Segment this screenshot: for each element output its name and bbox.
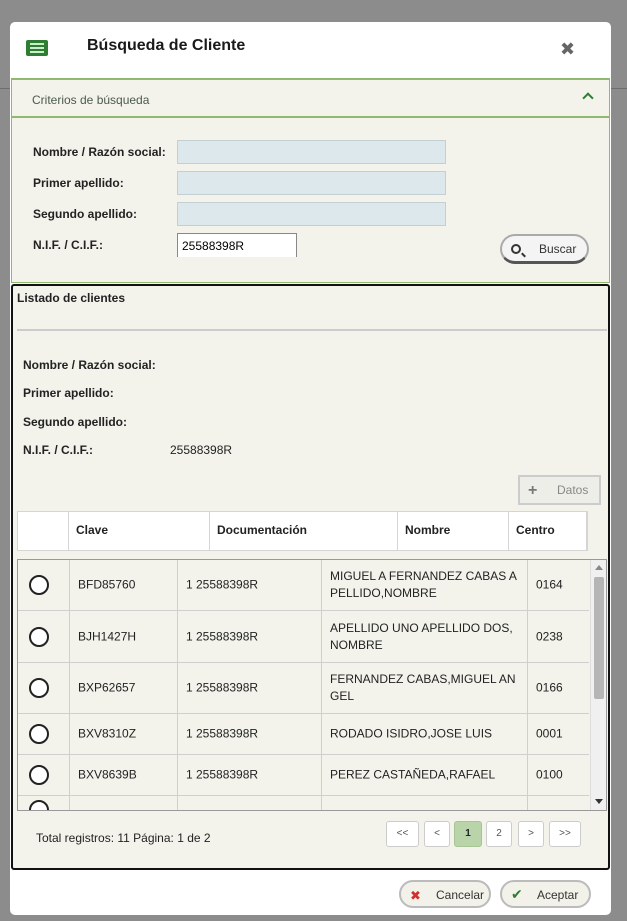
row-nombre: PEREZ CASTAÑEDA,RAFAEL (330, 767, 496, 782)
nif-label: N.I.F. / C.I.F.: (33, 238, 104, 252)
table-header: Clave Documentación Nombre Centro (17, 511, 588, 551)
row-clave: BXV8639B (78, 767, 137, 782)
row-nombre: MIGUEL A FERNANDEZ CABAS A PELLIDO,NOMBR… (330, 569, 517, 600)
row-clave: BJH1427H (78, 629, 137, 643)
row-radio[interactable] (29, 626, 49, 647)
name-label: Nombre / Razón social: (33, 145, 166, 159)
row-nombre: FERNANDEZ CABAS,MIGUEL AN GEL (330, 672, 516, 703)
pagination-summary: Total registros: 11 Página: 1 de 2 (36, 831, 211, 845)
row-centro: 0100 (536, 767, 563, 782)
row-nombre: RODADO ISIDRO,JOSE LUIS (330, 726, 493, 741)
plus-icon: + (528, 482, 538, 499)
divider (17, 329, 607, 331)
summary-second-surname-label: Segundo apellido: (23, 415, 127, 429)
summary-name-label: Nombre / Razón social: (23, 358, 156, 372)
accept-button[interactable]: ✔ Aceptar (500, 880, 591, 908)
row-centro: 0001 (536, 726, 563, 741)
second-surname-label: Segundo apellido: (33, 207, 137, 221)
client-list-title: Listado de clientes (17, 291, 126, 305)
table-row[interactable]: BJH1427H 1 25588398R APELLIDO UNO APELLI… (18, 611, 589, 663)
client-search-dialog: Búsqueda de Cliente ✖ Criterios de búsqu… (10, 22, 611, 915)
scroll-down-icon[interactable] (595, 799, 603, 804)
column-header-nombre[interactable]: Nombre (398, 512, 509, 550)
row-clave: BFD85760 (78, 577, 136, 592)
close-icon: ✖ (410, 888, 421, 903)
row-clave: BXP62657 (78, 680, 136, 695)
row-radio[interactable] (29, 575, 49, 595)
row-centro: 0164 (536, 577, 563, 592)
next-page-button[interactable]: > (518, 821, 544, 847)
row-radio[interactable] (29, 800, 49, 810)
column-header-clave[interactable]: Clave (69, 512, 210, 550)
close-icon[interactable]: ✖ (560, 39, 575, 60)
datos-button[interactable]: + Datos (518, 475, 601, 505)
previous-page-button[interactable]: < (424, 821, 450, 847)
row-documentacion: 1 25588398R (186, 726, 259, 741)
dialog-title: Búsqueda de Cliente (87, 37, 246, 54)
row-radio[interactable] (29, 678, 49, 698)
scroll-thumb[interactable] (594, 577, 604, 699)
row-radio[interactable] (29, 724, 49, 744)
row-documentacion: 1 25588398R (186, 767, 259, 782)
client-list-panel: Listado de clientes Nombre / Razón socia… (11, 284, 610, 870)
last-page-button[interactable]: >> (549, 821, 581, 847)
dialog-header: Búsqueda de Cliente ✖ (10, 22, 611, 78)
second-surname-input[interactable] (177, 202, 446, 226)
check-icon: ✔ (511, 886, 523, 902)
first-page-button[interactable]: << (386, 821, 419, 847)
summary-nif-label: N.I.F. / C.I.F.: (23, 443, 94, 457)
page-1-button[interactable]: 1 (454, 821, 482, 847)
column-header-documentacion[interactable]: Documentación (210, 512, 398, 550)
table-row[interactable]: BFD85760 1 25588398R MIGUEL A FERNANDEZ … (18, 560, 589, 611)
accept-button-label: Aceptar (537, 888, 579, 902)
search-button-label: Buscar (539, 242, 577, 256)
scroll-up-icon[interactable] (595, 565, 603, 570)
row-clave: BXV8310Z (78, 726, 137, 741)
name-input[interactable] (177, 140, 446, 164)
table-row[interactable]: BXP62657 1 25588398R FERNANDEZ CABAS,MIG… (18, 663, 589, 714)
criteria-title: Criterios de búsqueda (32, 93, 150, 107)
datos-button-label: Datos (557, 483, 589, 497)
column-header-centro[interactable]: Centro (509, 512, 587, 550)
first-surname-label: Primer apellido: (33, 176, 124, 190)
search-criteria-panel: Criterios de búsqueda Nombre / Razón soc… (11, 78, 610, 283)
search-button[interactable]: Buscar (500, 234, 589, 264)
table-row[interactable]: BXV8639B 1 25588398R PEREZ CASTAÑEDA,RAF… (18, 755, 589, 796)
table-row[interactable] (18, 796, 589, 810)
row-documentacion: 1 25588398R (186, 577, 259, 592)
summary-nif-value: 25588398R (170, 443, 233, 457)
cancel-button-label: Cancelar (436, 888, 485, 902)
row-documentacion: 1 25588398R (186, 629, 259, 643)
table-row[interactable]: BXV8310Z 1 25588398R RODADO ISIDRO,JOSE … (18, 714, 589, 755)
first-surname-input[interactable] (177, 171, 446, 195)
row-documentacion: 1 25588398R (186, 680, 259, 695)
table-body: BFD85760 1 25588398R MIGUEL A FERNANDEZ … (17, 559, 607, 811)
chevron-up-icon[interactable] (582, 92, 594, 104)
search-icon (511, 244, 521, 254)
cancel-button[interactable]: ✖ Cancelar (399, 880, 491, 908)
row-centro: 0166 (536, 680, 563, 695)
row-nombre: APELLIDO UNO APELLIDO DOS, NOMBRE (330, 620, 513, 652)
criteria-header[interactable]: Criterios de búsqueda (12, 80, 609, 118)
summary-first-surname-label: Primer apellido: (23, 386, 114, 400)
page-2-button[interactable]: 2 (486, 821, 512, 847)
list-icon (26, 40, 48, 56)
table-scrollbar[interactable] (590, 560, 606, 810)
row-radio[interactable] (29, 765, 49, 785)
column-header-select (18, 512, 69, 550)
nif-input[interactable] (177, 233, 297, 257)
row-centro: 0238 (536, 629, 563, 643)
